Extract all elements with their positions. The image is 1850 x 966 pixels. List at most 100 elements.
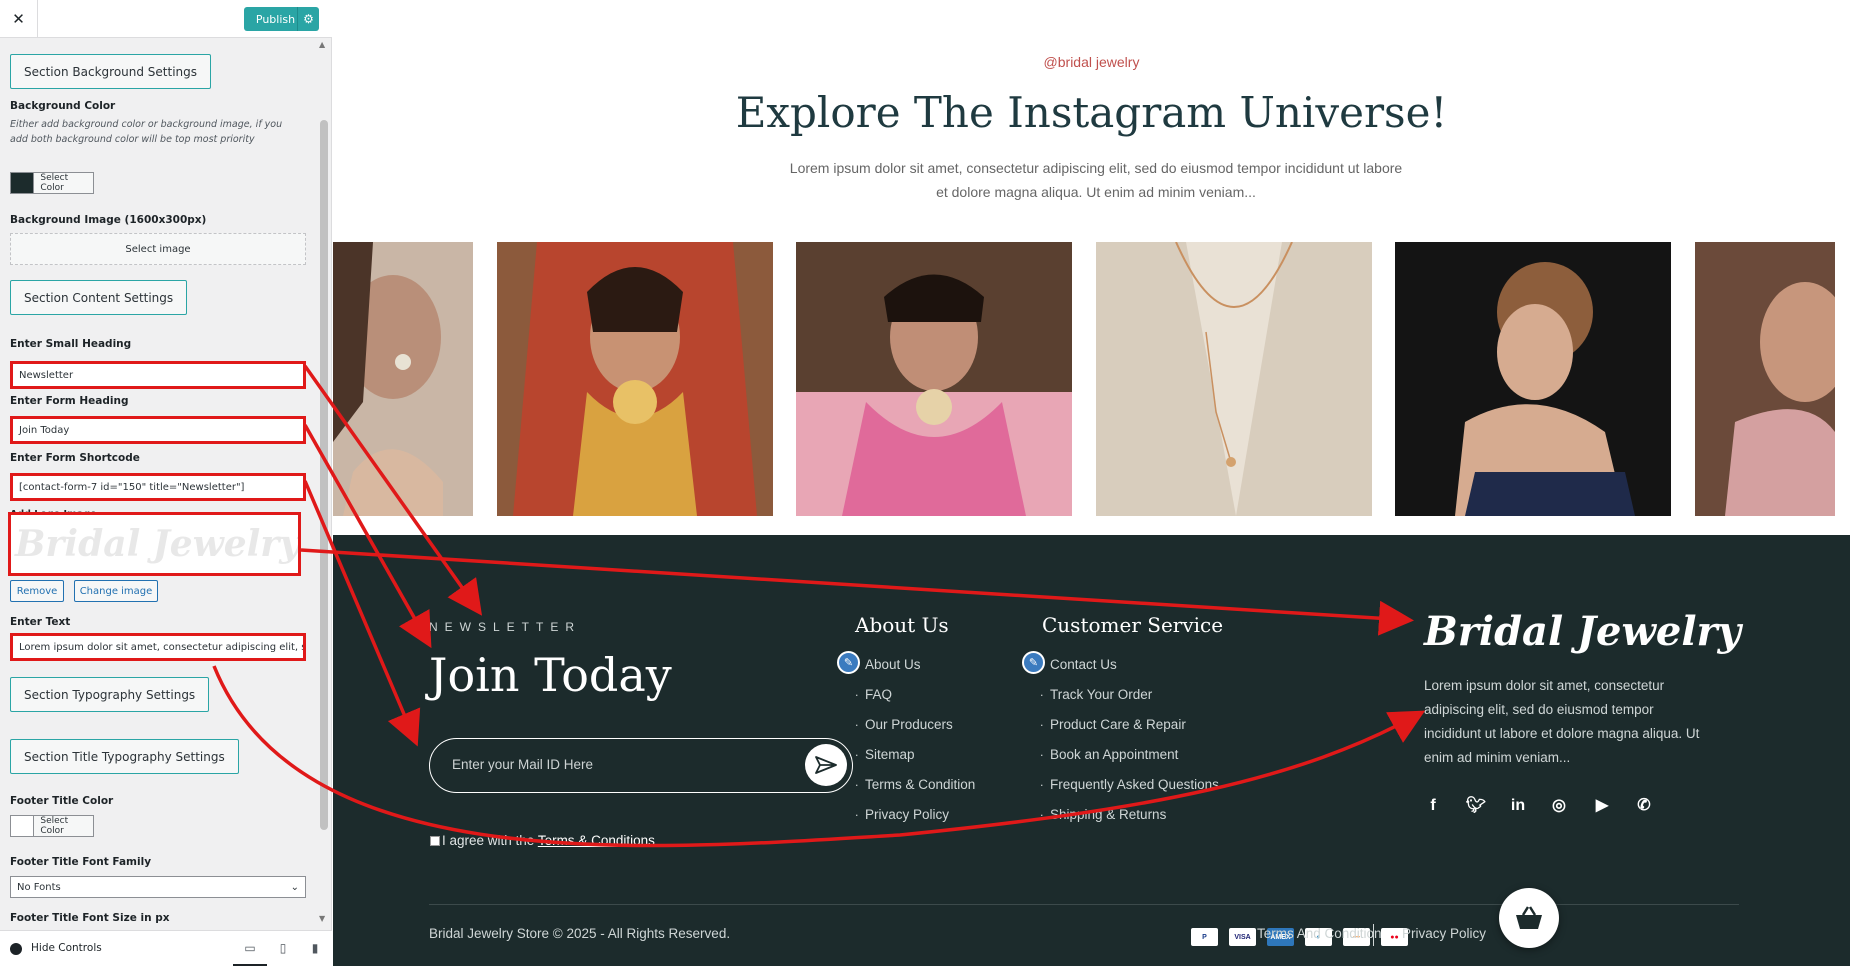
tablet-preview-icon[interactable]: ▯ [276,941,290,955]
footer-terms-link[interactable]: Terms And Condition [1257,926,1382,941]
copyright-text: Bridal Jewelry Store © 2025 - All Rights… [429,926,731,941]
instagram-photo-6[interactable] [1695,242,1835,516]
color-swatch [11,173,35,193]
small-heading-label: Enter Small Heading [10,338,132,350]
footer-link-producers[interactable]: Our Producers [865,717,953,732]
footer-link-product-care[interactable]: Product Care & Repair [1050,717,1186,732]
newsletter-heading: Join Today [429,648,672,702]
background-color-label: Background Color [10,100,116,112]
footer-link-separator [1373,924,1374,946]
scroll-down-icon[interactable]: ▼ [319,914,325,923]
bullet-icon: · [1040,749,1044,762]
instagram-heading: Explore The Instagram Universe! [735,88,1448,137]
footer-font-family-label: Footer Title Font Family [10,856,152,868]
section-title-typography-settings-button[interactable]: Section Title Typography Settings [10,739,239,774]
bullet-icon: · [855,809,859,822]
footer-link-about-us[interactable]: About Us [865,657,921,672]
terms-link[interactable]: Terms & Conditions [538,833,655,848]
small-heading-input[interactable]: Newsletter [10,361,306,389]
footer-privacy-link[interactable]: Privacy Policy [1402,926,1486,941]
footer-link-appointment[interactable]: Book an Appointment [1050,747,1178,762]
facebook-icon[interactable]: f [1422,795,1444,817]
service-heading: Customer Service [1042,613,1224,637]
bullet-icon: · [1040,689,1044,702]
bullet-icon: · [1040,809,1044,822]
pencil-icon[interactable]: ✎ [837,651,860,674]
logo-image-preview: Bridal Jewelry [8,512,301,576]
site-preview: @bridal jewelry Explore The Instagram Un… [333,0,1850,966]
remove-logo-button[interactable]: Remove [10,580,64,602]
desktop-preview-icon[interactable]: ▭ [243,941,257,955]
email-field[interactable]: Enter your Mail ID Here [452,757,593,772]
footer-title-color-picker[interactable]: Select Color [10,815,94,837]
instagram-text: Lorem ipsum dolor sit amet, consectetur … [789,160,1403,200]
footer-link-contact[interactable]: Contact Us [1050,657,1117,672]
customizer-sidebar: ✕ Publish ⚙ Section Background Settings … [0,0,332,966]
footer-link-faq2[interactable]: Frequently Asked Questions [1050,777,1219,792]
linkedin-icon[interactable]: in [1507,795,1529,817]
section-content-settings-button[interactable]: Section Content Settings [10,280,188,315]
youtube-icon[interactable]: ▶ [1591,795,1613,817]
footer-font-size-label: Footer Title Font Size in px [10,912,170,924]
footer-logo[interactable]: Bridal Jewelry [1424,608,1741,655]
enter-text-input[interactable]: Lorem ipsum dolor sit amet, consectetur … [10,633,306,661]
send-button[interactable] [805,744,847,786]
section-background-settings-button[interactable]: Section Background Settings [10,54,212,89]
footer-link-shipping[interactable]: Shipping & Returns [1050,807,1166,822]
background-color-picker[interactable]: Select Color [10,172,94,194]
newsletter-form: Enter your Mail ID Here [429,738,853,793]
instagram-photo-4[interactable] [1096,242,1372,516]
mobile-preview-icon[interactable]: ▮ [308,941,322,955]
form-shortcode-input[interactable]: [contact-form-7 id="150" title="Newslett… [10,473,306,501]
bullet-icon: · [855,749,859,762]
select-color-label: Select Color [40,816,69,836]
about-heading: About Us [855,613,949,637]
bullet-icon: · [1040,719,1044,732]
bullet-icon: · [1040,779,1044,792]
gear-icon[interactable]: ⚙ [297,7,319,31]
select-image-button[interactable]: Select image [10,233,306,265]
sidebar-footer: Hide Controls ▭ ▯ ▮ [0,930,332,966]
whatsapp-icon[interactable]: ✆ [1633,795,1655,817]
agree-text: I agree with the Terms & Conditions [442,833,655,848]
sidebar-scrollbar[interactable]: ▲ ▼ [318,38,330,930]
hide-controls-button[interactable]: Hide Controls [31,942,102,954]
newsletter-small-heading: NEWSLETTER [429,620,582,634]
bullet-icon: · [855,719,859,732]
change-image-button[interactable]: Change image [74,580,158,602]
instagram-photo-1[interactable] [333,242,473,516]
chevron-down-icon: ⌄ [290,881,299,893]
close-icon[interactable]: ✕ [0,0,38,38]
instagram-small-heading: @bridal jewelry [1043,54,1140,70]
footer-title-color-label: Footer Title Color [10,795,114,807]
basket-icon [1516,906,1542,929]
site-footer: NEWSLETTER Join Today Enter your Mail ID… [333,535,1850,966]
paypal-icon: P [1191,928,1218,946]
instagram-photo-2[interactable] [497,242,773,516]
footer-link-privacy[interactable]: Privacy Policy [865,807,949,822]
scroll-thumb[interactable] [320,120,328,830]
bullet-icon: · [855,689,859,702]
instagram-photo-5[interactable] [1395,242,1671,516]
color-swatch [11,816,35,836]
form-heading-input[interactable]: Join Today [10,416,306,444]
footer-link-faq[interactable]: FAQ [865,687,892,702]
pencil-icon[interactable]: ✎ [1022,651,1045,674]
background-color-description: Either add background color or backgroun… [10,119,283,145]
instagram-photo-3[interactable] [796,242,1072,516]
instagram-icon[interactable]: ◎ [1548,795,1570,817]
agree-checkbox[interactable] [430,836,440,846]
footer-link-track-order[interactable]: Track Your Order [1050,687,1152,702]
section-typography-settings-button[interactable]: Section Typography Settings [10,677,210,712]
font-family-select[interactable]: No Fonts ⌄ [10,876,306,898]
background-image-label: Background Image (1600x300px) [10,214,207,226]
cart-button[interactable] [1499,888,1559,948]
footer-link-terms[interactable]: Terms & Condition [865,777,975,792]
select-color-label: Select Color [40,173,69,193]
twitter-icon[interactable]: 🐦︎ [1465,795,1487,817]
footer-link-sitemap[interactable]: Sitemap [865,747,915,762]
form-heading-label: Enter Form Heading [10,395,129,407]
scroll-up-icon[interactable]: ▲ [319,40,325,49]
enter-text-label: Enter Text [10,616,71,628]
hide-controls-icon[interactable] [10,943,22,955]
